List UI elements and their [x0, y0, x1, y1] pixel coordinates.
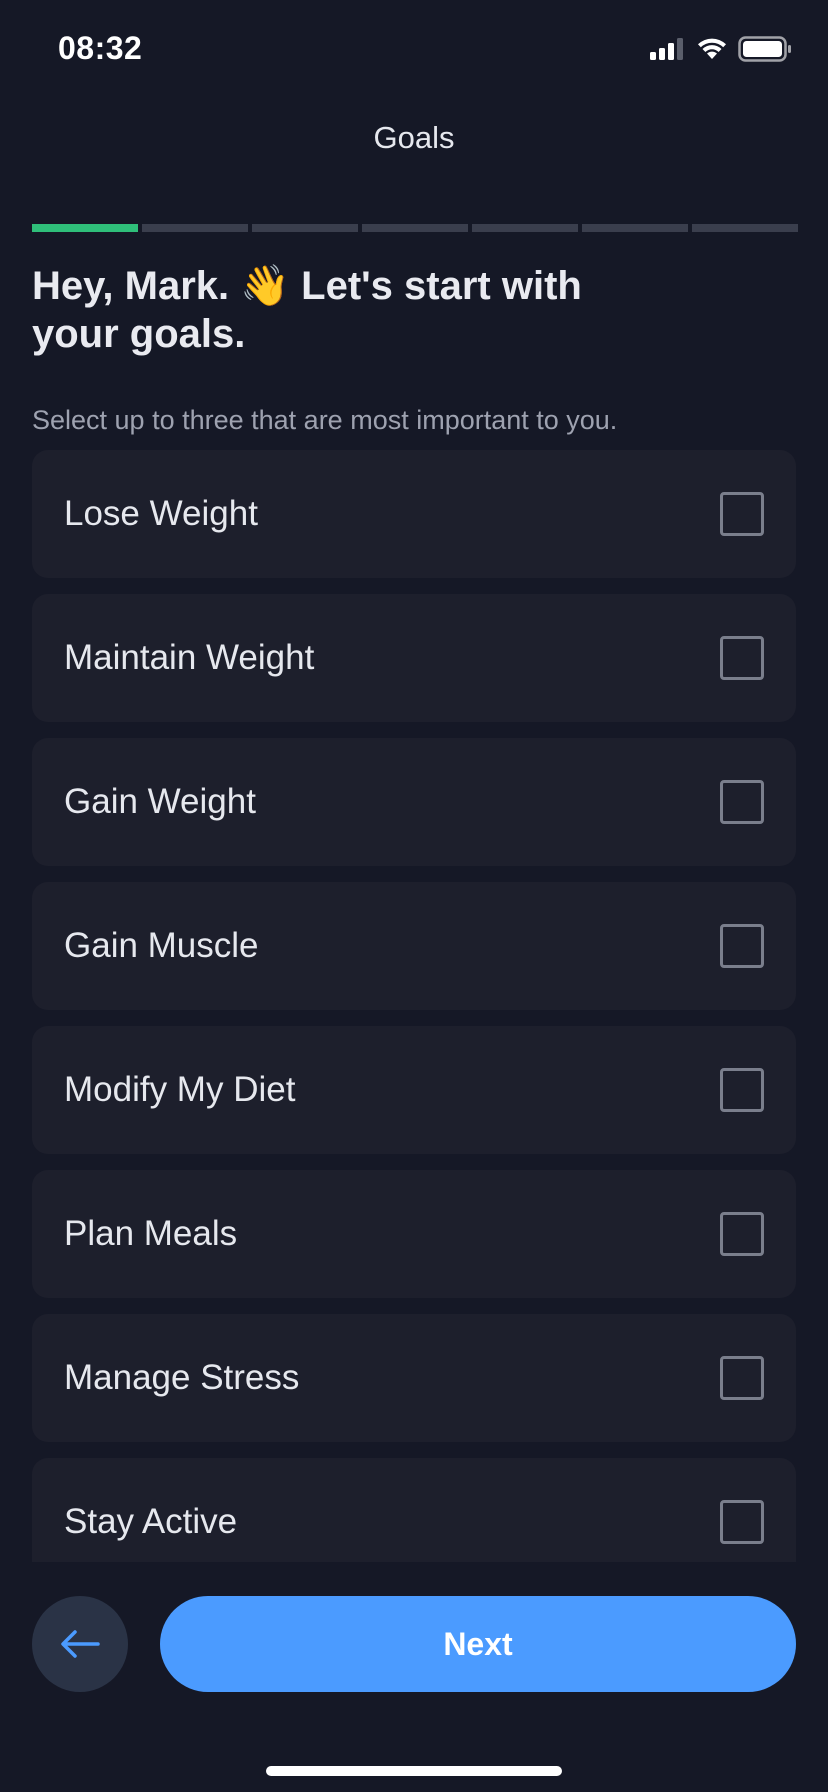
goal-option[interactable]: Gain Muscle: [32, 882, 796, 1010]
goal-checkbox[interactable]: [720, 1212, 764, 1256]
battery-icon: [738, 36, 791, 62]
cellular-signal-icon: [650, 38, 683, 60]
status-icons: [650, 36, 792, 62]
progress-segment: [582, 224, 688, 232]
goal-checkbox[interactable]: [720, 1500, 764, 1544]
goal-label: Maintain Weight: [64, 638, 315, 677]
goals-screen: 08:32 Goals Hey, Mark. 👋 Let's start wit…: [0, 0, 828, 1792]
progress-segment: [252, 224, 358, 232]
progress-segment: [142, 224, 248, 232]
goal-checkbox[interactable]: [720, 1068, 764, 1112]
wifi-icon: [698, 38, 726, 59]
goal-label: Gain Muscle: [64, 926, 259, 965]
goal-list: Lose Weight Maintain Weight Gain Weight Gai…: [32, 450, 796, 1562]
goal-option[interactable]: Lose Weight: [32, 450, 796, 578]
progress-segment: [362, 224, 468, 232]
goal-label: Modify My Diet: [64, 1070, 296, 1109]
arrow-left-icon: [61, 1630, 100, 1658]
goal-option[interactable]: Stay Active: [32, 1458, 796, 1562]
goal-option[interactable]: Modify My Diet: [32, 1026, 796, 1154]
goal-checkbox[interactable]: [720, 780, 764, 824]
status-time: 08:32: [58, 30, 143, 66]
goal-label: Lose Weight: [64, 494, 258, 533]
progress-segment: [692, 224, 798, 232]
progress-segment: [472, 224, 578, 232]
goal-option[interactable]: Maintain Weight: [32, 594, 796, 722]
selection-hint: Select up to three that are most importa…: [32, 405, 618, 435]
page-title: Goals: [373, 120, 455, 155]
greeting-heading: Hey, Mark. 👋 Let's start with your goals…: [32, 264, 582, 356]
next-button[interactable]: Next: [160, 1596, 796, 1692]
goal-checkbox[interactable]: [720, 492, 764, 536]
goal-option[interactable]: Gain Weight: [32, 738, 796, 866]
goal-option[interactable]: Manage Stress: [32, 1314, 796, 1442]
goal-label: Manage Stress: [64, 1358, 300, 1397]
goal-label: Plan Meals: [64, 1214, 238, 1253]
goal-checkbox[interactable]: [720, 924, 764, 968]
progress-segment: [32, 224, 138, 232]
goal-option[interactable]: Plan Meals: [32, 1170, 796, 1298]
back-button[interactable]: [32, 1596, 128, 1692]
goal-checkbox[interactable]: [720, 1356, 764, 1400]
home-indicator: [266, 1766, 562, 1776]
status-bar: 08:32: [0, 0, 828, 100]
progress-bar: [32, 224, 798, 232]
goal-label: Stay Active: [64, 1502, 238, 1541]
goal-label: Gain Weight: [64, 782, 256, 821]
goal-checkbox[interactable]: [720, 636, 764, 680]
